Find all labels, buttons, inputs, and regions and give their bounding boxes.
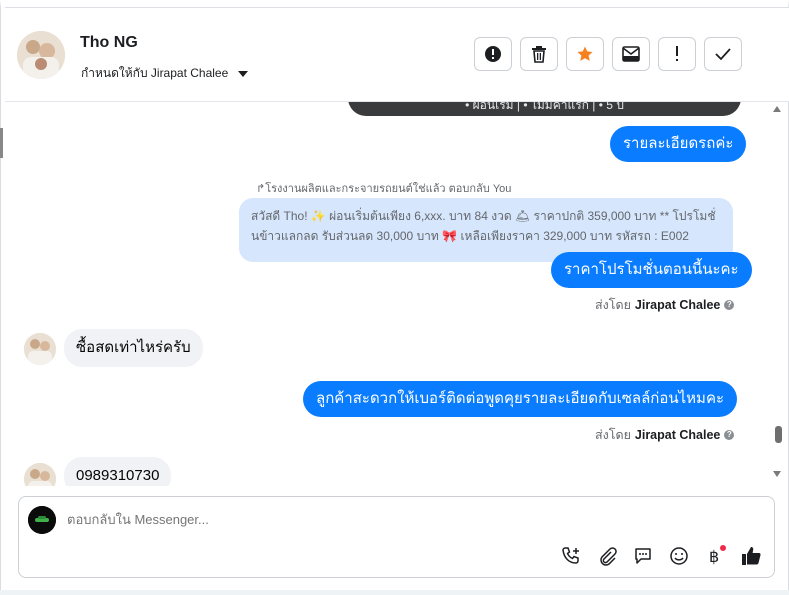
chat-bubble-icon (635, 548, 651, 564)
resize-handle[interactable] (0, 128, 3, 158)
assignee-dropdown[interactable]: กำหนดให้กับ Jirapat Chalee (81, 64, 249, 83)
mark-followup-button[interactable] (658, 37, 696, 71)
scroll-down-arrow[interactable] (773, 471, 781, 477)
outgoing-message[interactable]: รายละเอียดรถค่ะ (610, 126, 747, 162)
archive-button[interactable] (612, 37, 650, 71)
help-icon[interactable]: ? (724, 300, 735, 310)
outgoing-message[interactable]: ราคาโปรโมชั่นตอนนี้นะคะ (551, 252, 752, 288)
saved-replies-button[interactable] (631, 544, 655, 568)
sent-by-label: ส่งโดย (595, 298, 631, 312)
message-thread: • ผ่อนเริ่ม | • ไม่มีค่าแรก | • 5 ปี ราย… (5, 102, 770, 486)
spam-button[interactable] (474, 37, 512, 71)
sent-by-name: Jirapat Chalee (634, 428, 721, 442)
sent-by-label: ส่งโดย (595, 428, 631, 442)
reply-context: ↱โรงงานผลิตและกระจายรถยนต์ใช่แล้ว ตอบกลั… (256, 179, 511, 197)
scrollbar-thumb[interactable] (775, 426, 782, 443)
alert-circle-icon (485, 46, 501, 62)
help-icon[interactable]: ? (724, 430, 735, 440)
message-composer: ฿ (18, 496, 775, 578)
emoji-button[interactable] (667, 544, 691, 568)
contact-avatar-small (24, 333, 56, 365)
check-icon (715, 48, 731, 61)
like-button[interactable] (739, 544, 763, 568)
star-button[interactable] (566, 37, 604, 71)
payment-button[interactable]: ฿ (703, 544, 727, 568)
trash-icon (532, 46, 546, 63)
thumbs-up-icon (742, 547, 761, 565)
carousel-text: • ผ่อนเริ่ม | • ไม่มีค่าแรก | • 5 ปี (465, 102, 624, 112)
outgoing-message[interactable]: ลูกค้าสะดวกให้เบอร์ติดต่อพูดคุยรายละเอีย… (303, 381, 738, 417)
sent-by-name: Jirapat Chalee (634, 298, 721, 312)
conversation-actions (474, 37, 742, 71)
attach-button[interactable] (595, 544, 619, 568)
scroll-up-arrow[interactable] (773, 106, 781, 112)
call-button[interactable] (559, 544, 583, 568)
phone-plus-icon (562, 547, 579, 564)
page-avatar (28, 506, 56, 534)
reply-arrow-icon: ↱ (256, 183, 266, 195)
contact-avatar[interactable] (17, 31, 65, 79)
contact-avatar-small (24, 463, 56, 486)
conversation-header: Tho NG กำหนดให้กับ Jirapat Chalee (5, 8, 789, 102)
paperclip-icon (600, 547, 617, 566)
reply-input[interactable] (67, 512, 667, 527)
contact-name[interactable]: Tho NG (80, 34, 138, 52)
window-bottom-edge (0, 590, 789, 595)
incoming-message[interactable]: 0989310730 (64, 457, 172, 486)
incoming-message[interactable]: ซื้อสดเท่าไหร่ครับ (64, 329, 203, 367)
carousel-card-footer: • ผ่อนเริ่ม | • ไม่มีค่าแรก | • 5 ปี (348, 102, 741, 116)
composer-toolbar: ฿ (559, 544, 763, 568)
assignee-label: กำหนดให้กับ Jirapat Chalee (81, 66, 229, 80)
chevron-down-icon[interactable] (238, 70, 249, 77)
delete-button[interactable] (520, 37, 558, 71)
smiley-icon (670, 547, 688, 565)
quoted-text: สวัสดี Tho! ✨ ผ่อนเริ่มต้นเพียง 6,xxx. บ… (251, 209, 716, 243)
reply-meta-text: โรงงานผลิตและกระจายรถยนต์ใช่แล้ว ตอบกลับ… (265, 183, 512, 195)
notification-dot (720, 545, 726, 551)
mail-archive-icon (622, 46, 640, 62)
exclamation-icon (676, 46, 678, 61)
sent-by: ส่งโดย Jirapat Chalee ? (595, 295, 735, 315)
sent-by: ส่งโดย Jirapat Chalee ? (595, 425, 735, 445)
mark-done-button[interactable] (704, 37, 742, 71)
svg-text:฿: ฿ (709, 547, 719, 566)
star-icon (577, 46, 593, 61)
